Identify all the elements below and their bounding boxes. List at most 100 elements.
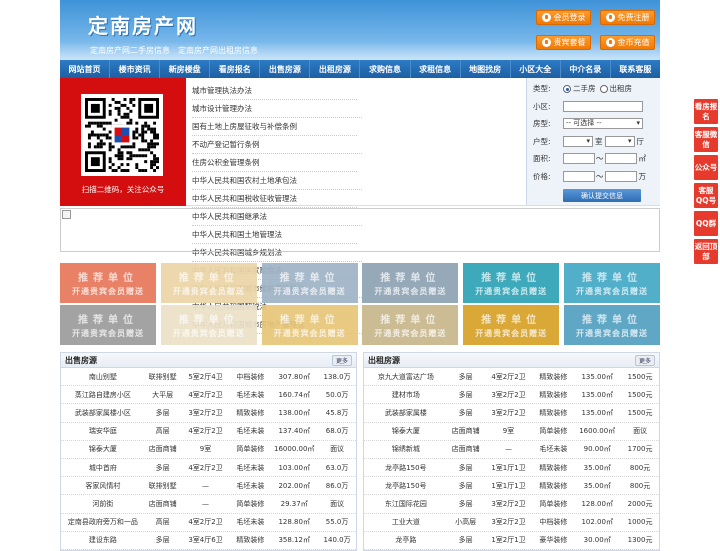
area-max-input[interactable] bbox=[604, 153, 637, 165]
listing-row[interactable]: 锦泰大厦 店面商铺 9室 简单装修 16000.00㎡ 面议 bbox=[61, 441, 356, 459]
listing-row[interactable]: 工业大道 小高层 3室2厅2卫 中档装修 102.00㎡ 1000元 bbox=[364, 514, 659, 532]
regulation-link[interactable]: 国有土地上房屋征收与补偿条例 bbox=[192, 118, 357, 136]
nav-item[interactable]: 小区大全 bbox=[511, 60, 561, 78]
regulation-link[interactable]: 中华人民共和国农村土地承包法 bbox=[192, 172, 362, 190]
promo-slot[interactable]: 推荐单位 开通贵宾会员赠送 bbox=[261, 263, 358, 303]
room-type-select[interactable]: -- 可选择 -- bbox=[563, 118, 643, 130]
listing-row[interactable]: 瑞安华庭 高层 4室2厅2卫 毛坯未装 137.40㎡ 68.0万 bbox=[61, 423, 356, 441]
regulation-link[interactable]: 城市管理执法办法 bbox=[192, 82, 357, 100]
regulation-link[interactable]: 住房公积金管理条例 bbox=[192, 154, 357, 172]
listing-row[interactable]: 客家风情村 联排别墅 — 毛坯未装 202.00㎡ 86.0万 bbox=[61, 477, 356, 496]
side-float-button[interactable]: 公众号 bbox=[694, 155, 718, 180]
listing-row[interactable]: 蒸江路自建房小区 大平层 4室2厅2卫 毛坯未装 160.74㎡ 50.0万 bbox=[61, 386, 356, 405]
listing-row[interactable]: 龙亭路150号 多层 1室1厅1卫 精致装修 35.00㎡ 800元 bbox=[364, 477, 659, 496]
listing-row[interactable]: 定南县政府旁万和一品 高层 4室2厅2卫 毛坯未装 128.80㎡ 55.0万 bbox=[61, 514, 356, 532]
promo-slot[interactable]: 推荐单位 开通贵宾会员赠送 bbox=[160, 263, 257, 303]
listing-row[interactable]: 锦绣新城 店面商铺 — 毛坯未装 90.00㎡ 1700元 bbox=[364, 441, 659, 459]
site-logo-title[interactable]: 定南房产网 bbox=[88, 10, 198, 39]
listing-name[interactable]: 客家风情村 bbox=[61, 481, 145, 491]
listing-row[interactable]: 武装部家属楼 多层 3室2厅2卫 精致装修 135.00㎡ 1500元 bbox=[364, 404, 659, 423]
vip-label: 贵宾套餐 bbox=[553, 38, 586, 47]
listing-row[interactable]: 城中首府 多层 4室2厅2卫 毛坯未装 103.00㎡ 63.0万 bbox=[61, 459, 356, 478]
listing-row[interactable]: 武装部家属楼小区 多层 3室2厅2卫 精致装修 138.00㎡ 45.8万 bbox=[61, 404, 356, 423]
promo-slot[interactable]: 推荐单位 开通贵宾会员赠送 bbox=[160, 305, 257, 345]
nav-item[interactable]: 求租信息 bbox=[411, 60, 461, 78]
side-float-button[interactable]: 客服微信 bbox=[694, 127, 718, 152]
price-min-input[interactable] bbox=[563, 170, 595, 182]
radio-rental[interactable] bbox=[599, 84, 608, 93]
listing-row[interactable]: 龙亭路 多层 1室2厅1卫 豪华装修 30.00㎡ 1300元 bbox=[364, 532, 659, 550]
nav-item[interactable]: 联系客服 bbox=[611, 60, 660, 78]
listing-name[interactable]: 工业大道 bbox=[364, 517, 448, 527]
qr-caption: 扫描二维码，关注公众号 bbox=[81, 185, 165, 194]
promo-slot[interactable]: 推荐单位 开通贵宾会员赠送 bbox=[60, 263, 156, 303]
register-button[interactable]: 免费注册 bbox=[600, 10, 655, 25]
listing-name[interactable]: 城中首府 bbox=[61, 463, 145, 473]
community-input[interactable] bbox=[563, 100, 643, 112]
promo-slot[interactable]: 推荐单位 开通贵宾会员赠送 bbox=[362, 263, 459, 303]
radio-secondhand-label: 二手房 bbox=[573, 84, 596, 94]
listing-name[interactable]: 龙亭路 bbox=[364, 535, 448, 545]
promo-slot[interactable]: 推荐单位 开通贵宾会员赠送 bbox=[463, 263, 560, 303]
listing-row[interactable]: 河前街 店面商铺 — 简单装修 29.37㎡ 面议 bbox=[61, 495, 356, 514]
listing-name[interactable]: 龙亭路150号 bbox=[364, 463, 448, 473]
listing-name[interactable]: 武装部家属楼小区 bbox=[61, 408, 145, 418]
submit-search-button[interactable]: 确认提交信息 bbox=[563, 189, 641, 202]
listing-name[interactable]: 龙亭路150号 bbox=[364, 481, 448, 491]
nav-item[interactable]: 看房报名 bbox=[210, 60, 261, 78]
promo-slot[interactable]: 推荐单位 开通贵宾会员赠送 bbox=[362, 305, 459, 345]
login-button[interactable]: 会员登录 bbox=[536, 10, 591, 25]
sale-more-button[interactable]: 更多 bbox=[331, 354, 352, 366]
listing-name[interactable]: 东江国际花园 bbox=[364, 499, 448, 509]
listing-row[interactable]: 南山别墅 联排别墅 5室2厅4卫 中档装修 307.80㎡ 138.0万 bbox=[61, 368, 356, 387]
promo-slot[interactable]: 推荐单位 开通贵宾会员赠送 bbox=[563, 263, 660, 303]
listing-name[interactable]: 锦泰大厦 bbox=[364, 426, 448, 436]
side-float-button[interactable]: 看房报名 bbox=[694, 99, 718, 124]
listing-row[interactable]: 龙亭路150号 多层 1室1厅1卫 精致装修 35.00㎡ 800元 bbox=[364, 459, 659, 478]
listing-name[interactable]: 蒸江路自建房小区 bbox=[61, 390, 145, 400]
nav-item[interactable]: 求购信息 bbox=[360, 60, 411, 78]
nav-item[interactable]: 地图找房 bbox=[461, 60, 511, 78]
listing-row[interactable]: 建材市场 多层 3室2厅2卫 精致装修 135.00㎡ 1500元 bbox=[364, 386, 659, 405]
vip-package-button[interactable]: 贵宾套餐 bbox=[536, 35, 591, 50]
listing-name[interactable]: 锦绣新城 bbox=[364, 444, 448, 454]
listing-name[interactable]: 建设东路 bbox=[61, 535, 145, 545]
ad-banner[interactable] bbox=[60, 208, 660, 252]
hall-count-select[interactable] bbox=[604, 135, 635, 147]
listing-name[interactable]: 瑞安华庭 bbox=[61, 426, 145, 436]
recharge-button[interactable]: 金币充值 bbox=[600, 35, 655, 50]
room-count-select[interactable] bbox=[563, 135, 593, 147]
promo-slot[interactable]: 推荐单位 开通贵宾会员赠送 bbox=[463, 305, 560, 345]
price-max-input[interactable] bbox=[604, 170, 637, 182]
promo-slot[interactable]: 推荐单位 开通贵宾会员赠送 bbox=[261, 305, 358, 345]
listing-name[interactable]: 建材市场 bbox=[364, 390, 448, 400]
nav-item[interactable]: 新房楼盘 bbox=[160, 60, 211, 78]
listing-row[interactable]: 锦泰大厦 店面商铺 9室 简单装修 1600.00㎡ 面议 bbox=[364, 423, 659, 441]
regulation-link[interactable]: 中华人民共和国税收征收管理法 bbox=[192, 190, 357, 208]
nav-item[interactable]: 中介名录 bbox=[561, 60, 611, 78]
rent-more-button[interactable]: 更多 bbox=[634, 354, 655, 366]
side-float-button[interactable]: 返回顶部 bbox=[694, 239, 718, 264]
regulation-link[interactable]: 城市设计管理办法 bbox=[192, 100, 362, 118]
listing-name[interactable]: 京九大道富达广场 bbox=[364, 372, 448, 382]
promo-slot[interactable]: 推荐单位 开通贵宾会员赠送 bbox=[563, 305, 660, 345]
listing-row[interactable]: 建设东路 多层 3室4厅6卫 精致装修 358.12㎡ 140.0万 bbox=[61, 532, 356, 550]
promo-slot[interactable]: 推荐单位 开通贵宾会员赠送 bbox=[60, 305, 156, 345]
listing-name[interactable]: 武装部家属楼 bbox=[364, 408, 448, 418]
listing-row[interactable]: 京九大道富达广场 多层 4室2厅2卫 精致装修 135.00㎡ 1500元 bbox=[364, 368, 659, 387]
promo-subtitle: 开通贵宾会员赠送 bbox=[172, 329, 245, 338]
nav-item[interactable]: 出售房源 bbox=[260, 60, 311, 78]
listing-name[interactable]: 河前街 bbox=[61, 499, 145, 509]
listing-name[interactable]: 南山别墅 bbox=[61, 372, 145, 382]
nav-item[interactable]: 网站首页 bbox=[60, 60, 111, 78]
nav-item[interactable]: 楼市资讯 bbox=[110, 60, 161, 78]
area-min-input[interactable] bbox=[563, 153, 595, 165]
listing-name[interactable]: 定南县政府旁万和一品 bbox=[61, 517, 145, 527]
side-float-button[interactable]: QQ群 bbox=[694, 211, 718, 236]
radio-secondhand[interactable] bbox=[563, 84, 571, 93]
regulation-link[interactable]: 不动产登记暂行条例 bbox=[192, 136, 362, 154]
listing-name[interactable]: 锦泰大厦 bbox=[61, 444, 145, 454]
side-float-button[interactable]: 客服QQ号 bbox=[694, 183, 718, 208]
nav-item[interactable]: 出租房源 bbox=[310, 60, 361, 78]
listing-row[interactable]: 东江国际花园 多层 3室2厅2卫 简单装修 128.00㎡ 2000元 bbox=[364, 495, 659, 514]
